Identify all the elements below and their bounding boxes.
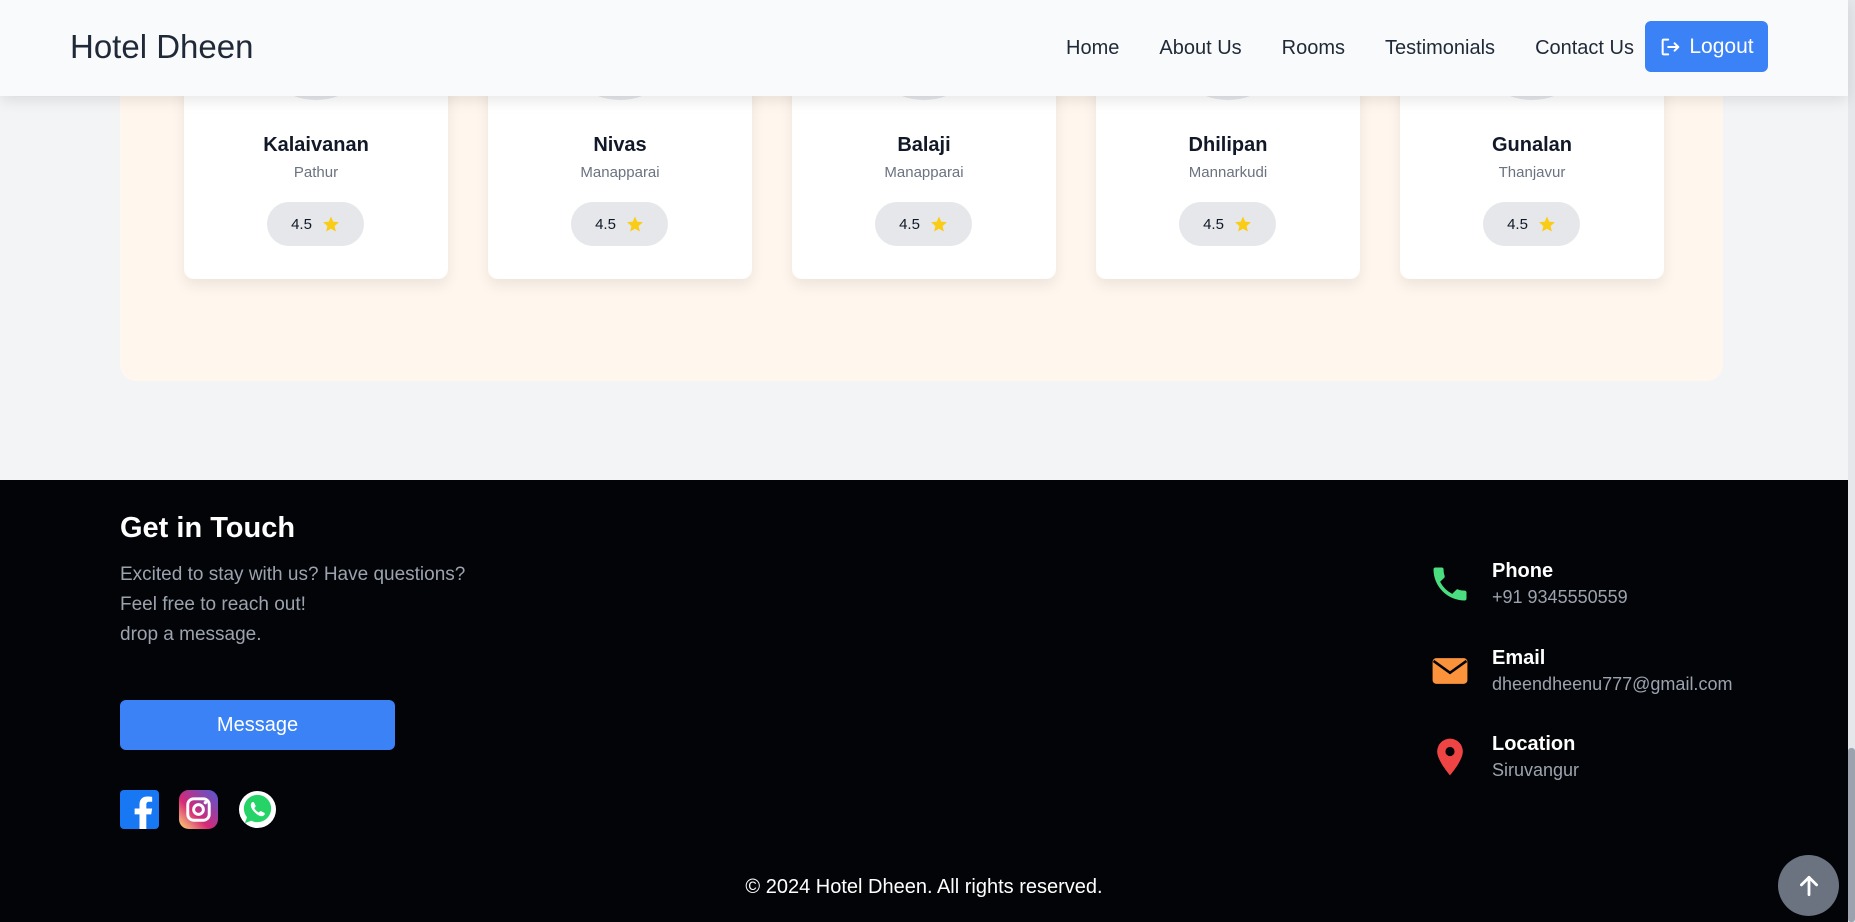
reviewer-name: Gunalan xyxy=(1491,134,1572,156)
contact-value[interactable]: +91 9345550559 xyxy=(1492,587,1628,608)
message-button[interactable]: Message xyxy=(120,700,395,750)
nav-links: Home About Us Rooms Testimonials Contact… xyxy=(1066,0,1634,96)
whatsapp-icon[interactable] xyxy=(238,790,277,829)
star-icon xyxy=(323,216,339,232)
rating-value: 4.5 xyxy=(899,215,920,233)
arrow-up-icon xyxy=(1799,875,1818,896)
contact-value[interactable]: dheendheenu777@gmail.com xyxy=(1492,674,1732,695)
reviewer-name: Kalaivanan xyxy=(263,134,369,156)
get-in-touch-text: Excited to stay with us? Have questions?… xyxy=(120,560,465,650)
rating-badge: 4.5 xyxy=(1483,202,1580,246)
nav-link-testimonials[interactable]: Testimonials xyxy=(1385,37,1495,60)
scrollbar[interactable] xyxy=(1848,0,1855,922)
navbar: Hotel Dheen Home About Us Rooms Testimon… xyxy=(0,0,1848,96)
get-in-touch-line: Excited to stay with us? Have questions? xyxy=(120,564,466,585)
rating-badge: 4.5 xyxy=(571,202,668,246)
contact-phone: Phone +91 9345550559 xyxy=(1428,560,1628,608)
nav-link-rooms[interactable]: Rooms xyxy=(1282,37,1345,60)
contact-location: Location Siruvangur xyxy=(1428,733,1579,781)
star-icon xyxy=(1539,216,1555,232)
instagram-icon[interactable] xyxy=(179,790,218,829)
rating-value: 4.5 xyxy=(595,215,616,233)
get-in-touch-line: Feel free to reach out! xyxy=(120,594,306,615)
reviewer-location: Manapparai xyxy=(884,164,964,181)
reviewer-name: Dhilipan xyxy=(1188,134,1268,156)
contact-email: Email dheendheenu777@gmail.com xyxy=(1428,647,1732,695)
logout-label: Logout xyxy=(1689,34,1754,58)
reviewer-name: Balaji xyxy=(897,134,951,156)
reviewer-name: Nivas xyxy=(593,134,647,156)
facebook-icon[interactable] xyxy=(120,790,159,829)
social-links xyxy=(120,790,277,829)
nav-link-about-us[interactable]: About Us xyxy=(1159,37,1241,60)
star-icon xyxy=(627,216,643,232)
reviewer-location: Manapparai xyxy=(580,164,660,181)
contact-label: Location xyxy=(1492,733,1576,755)
contact-label: Phone xyxy=(1492,560,1554,582)
star-icon xyxy=(931,216,947,232)
copyright: © 2024 Hotel Dheen. All rights reserved. xyxy=(745,876,1103,898)
rating-badge: 4.5 xyxy=(875,202,972,246)
nav-link-contact-us[interactable]: Contact Us xyxy=(1535,37,1634,60)
rating-value: 4.5 xyxy=(1507,215,1528,233)
reviewer-location: Thanjavur xyxy=(1498,164,1566,181)
phone-icon xyxy=(1433,567,1467,601)
nav-link-home[interactable]: Home xyxy=(1066,37,1119,60)
contact-value: Siruvangur xyxy=(1492,760,1580,780)
brand-logo[interactable]: Hotel Dheen xyxy=(70,28,253,66)
location-pin-icon xyxy=(1437,738,1463,776)
get-in-touch-title: Get in Touch xyxy=(120,512,296,544)
reviewer-location: Mannarkudi xyxy=(1188,164,1268,181)
rating-value: 4.5 xyxy=(1203,215,1224,233)
rating-badge: 4.5 xyxy=(267,202,364,246)
email-icon xyxy=(1432,658,1468,684)
contact-label: Email xyxy=(1492,647,1546,669)
star-icon xyxy=(1235,216,1251,232)
scrollbar-thumb[interactable] xyxy=(1848,748,1855,922)
get-in-touch-line: drop a message. xyxy=(120,624,262,645)
reviewer-location: Pathur xyxy=(293,164,339,181)
logout-button[interactable]: Logout xyxy=(1645,21,1768,72)
rating-badge: 4.5 xyxy=(1179,202,1276,246)
scroll-to-top-button[interactable] xyxy=(1778,855,1839,916)
footer: Get in Touch Excited to stay with us? Ha… xyxy=(0,480,1848,922)
logout-icon xyxy=(1662,38,1680,55)
rating-value: 4.5 xyxy=(291,215,312,233)
